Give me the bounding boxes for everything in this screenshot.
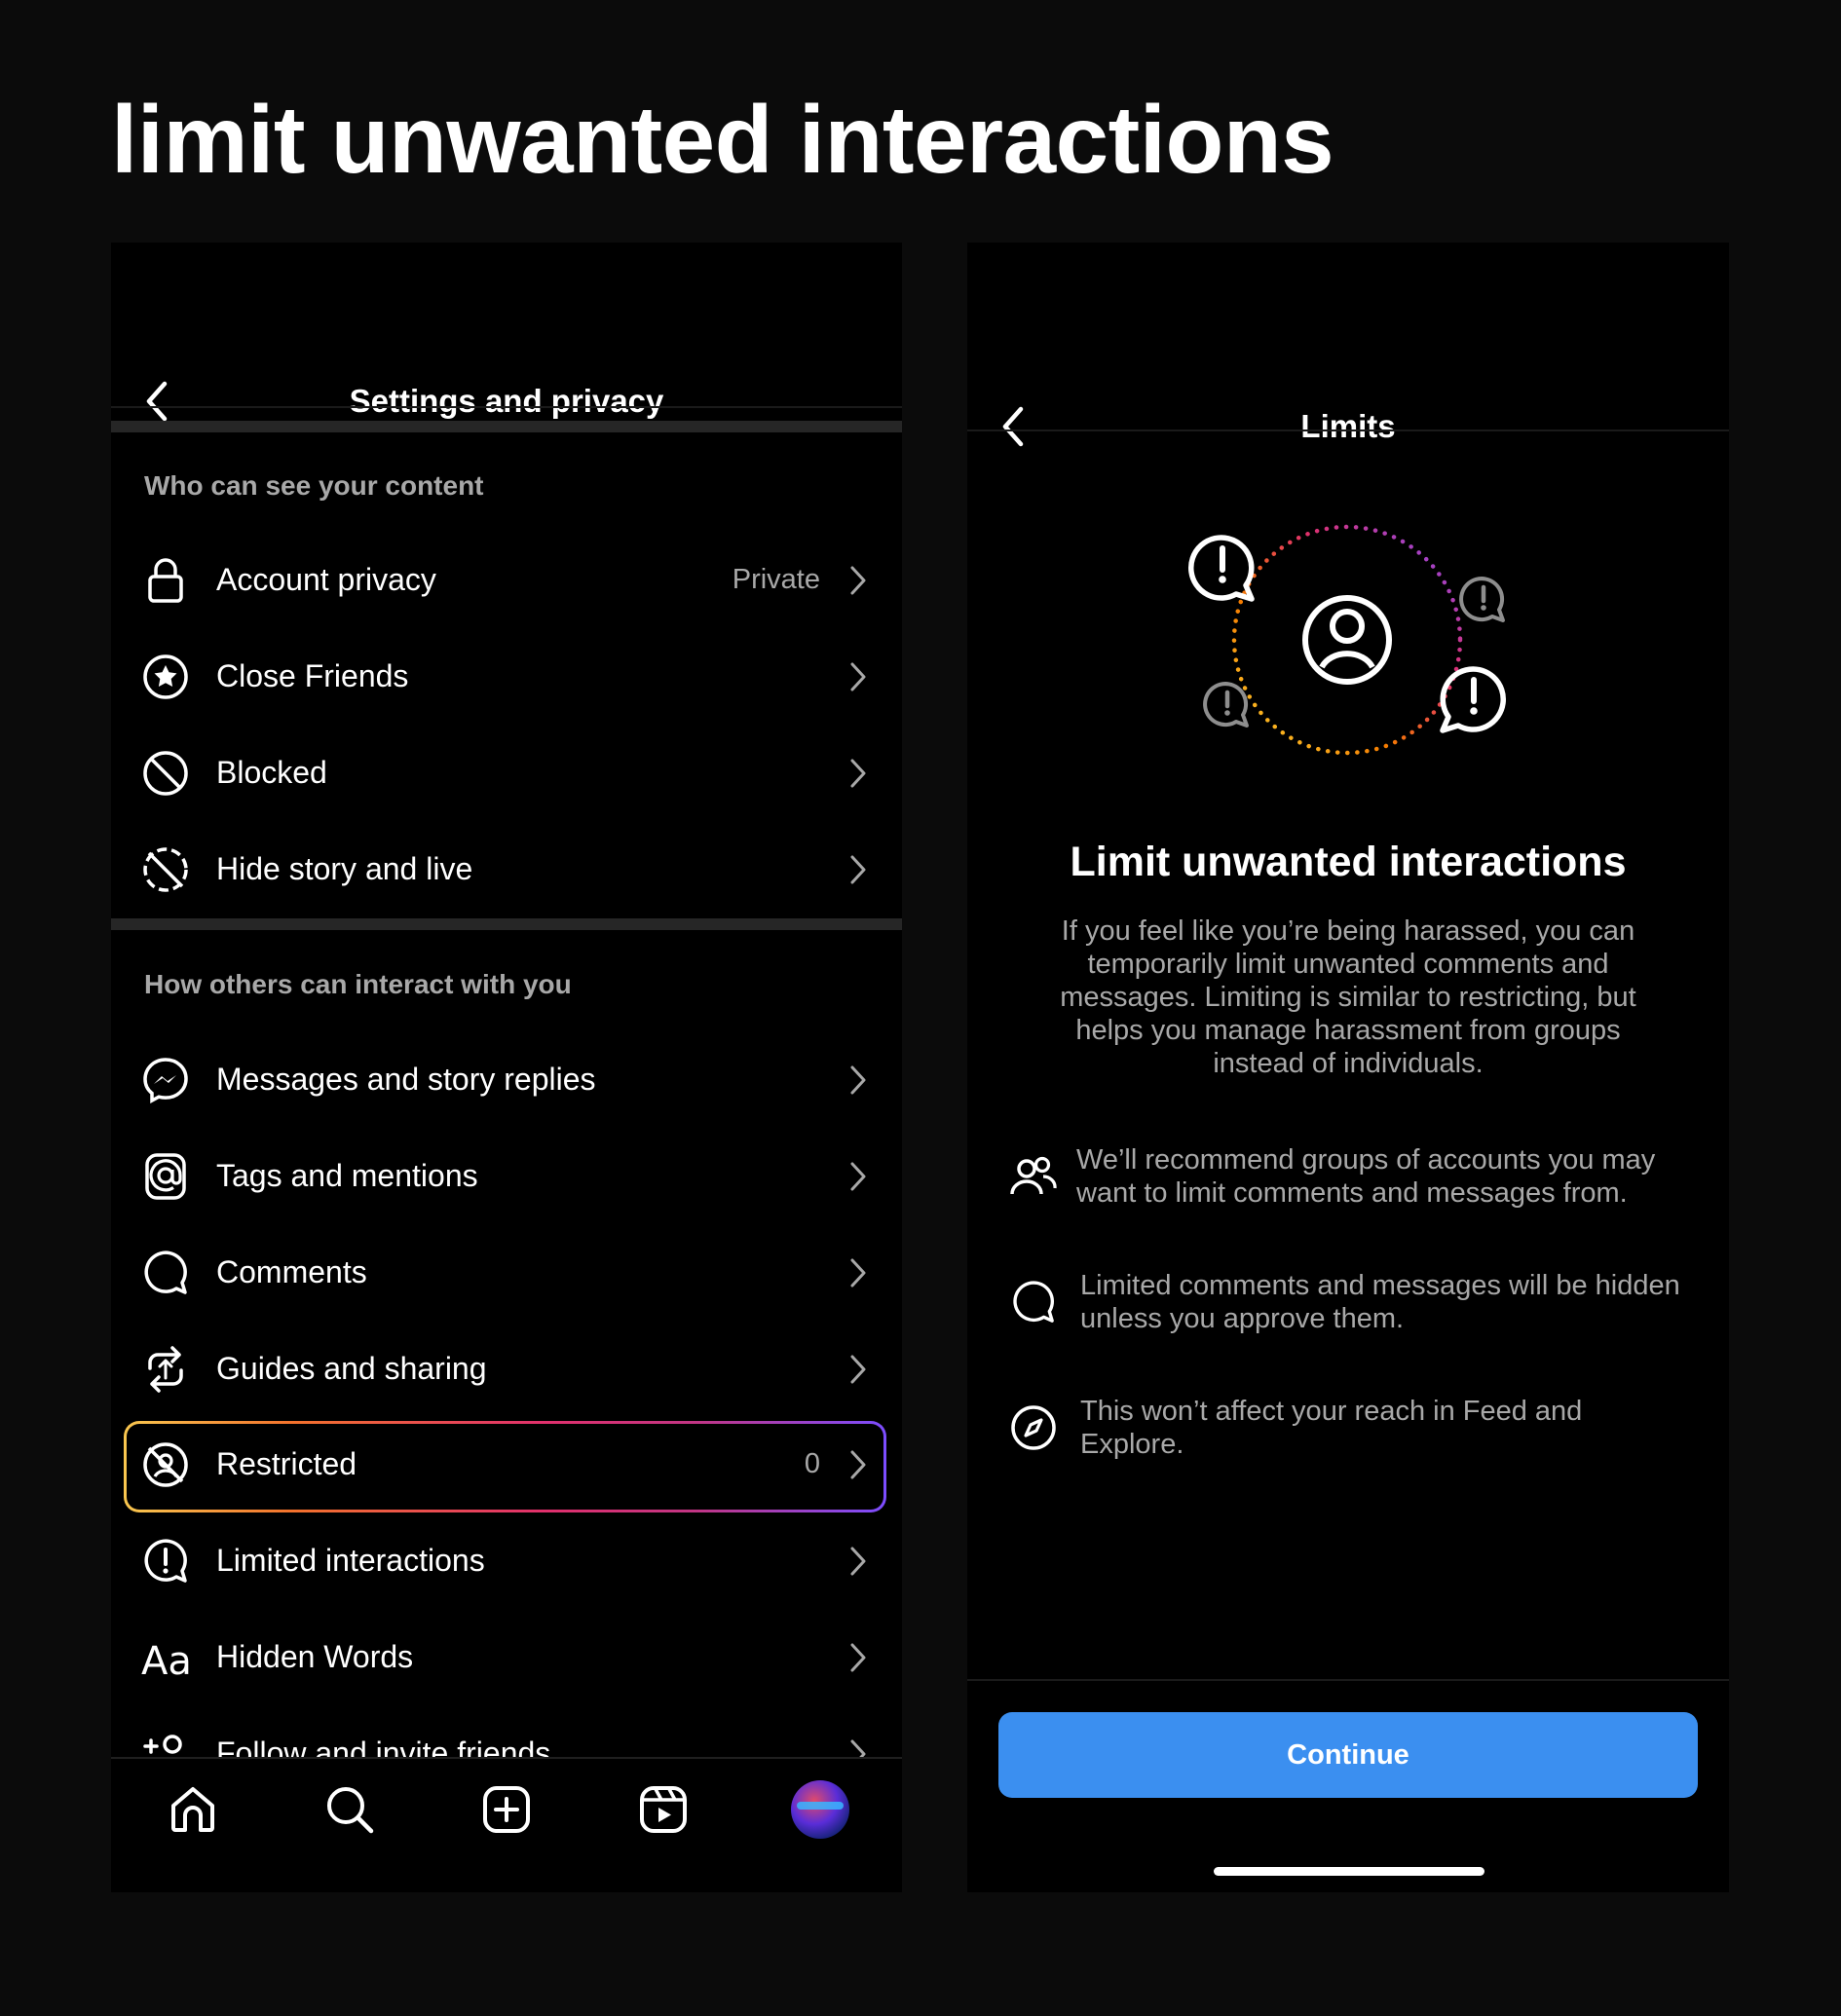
item-label: Close Friends <box>216 658 409 693</box>
item-label: Account privacy <box>216 562 436 597</box>
limits-nav-bar: Limits <box>967 388 1729 466</box>
info-bullet-reach: This won’t affect your reach in Feed and… <box>1006 1395 1690 1473</box>
settings-item-blocked[interactable]: Blocked <box>111 725 902 821</box>
chevron-right-icon <box>844 1638 873 1677</box>
info-bullet-hidden: Limited comments and messages will be hi… <box>1006 1269 1690 1347</box>
lock-icon <box>140 555 191 606</box>
search-icon[interactable] <box>319 1778 381 1841</box>
info-bullet-recommend: We’ll recommend groups of accounts you m… <box>1006 1143 1690 1221</box>
divider <box>111 406 902 408</box>
item-label: Messages and story replies <box>216 1062 596 1097</box>
item-label: Restricted <box>216 1446 357 1481</box>
nav-title: Limits <box>1300 408 1396 444</box>
comment-icon <box>1006 1275 1061 1329</box>
home-icon[interactable] <box>162 1778 224 1841</box>
chevron-right-icon <box>844 1445 873 1484</box>
settings-item-restricted[interactable]: Restricted 0 <box>111 1416 902 1512</box>
item-label: Guides and sharing <box>216 1351 487 1386</box>
section-divider <box>111 421 902 432</box>
section-header-content: Who can see your content <box>144 470 484 501</box>
compass-icon <box>1006 1400 1061 1455</box>
text-aa-icon: Aa <box>140 1632 191 1683</box>
settings-item-account-privacy[interactable]: Account privacy Private <box>111 532 902 628</box>
settings-item-hide-story[interactable]: Hide story and live <box>111 821 902 917</box>
chevron-right-icon <box>844 1061 873 1100</box>
divider <box>967 1679 1729 1681</box>
settings-item-messages[interactable]: Messages and story replies <box>111 1031 902 1128</box>
chevron-right-icon <box>844 850 873 889</box>
alert-circle-icon <box>140 1536 191 1587</box>
nav-title: Settings and privacy <box>349 383 664 419</box>
create-icon[interactable] <box>475 1778 538 1841</box>
limits-heading: Limit unwanted interactions <box>1070 839 1627 885</box>
restricted-icon <box>140 1439 191 1490</box>
blocked-icon <box>140 748 191 799</box>
limits-description: If you feel like you’re being harassed, … <box>1060 915 1636 1079</box>
people-icon <box>1006 1149 1061 1204</box>
settings-item-comments[interactable]: Comments <box>111 1224 902 1321</box>
item-value: Private <box>732 564 820 595</box>
share-icon <box>140 1344 191 1395</box>
settings-item-limited-interactions[interactable]: Limited interactions <box>111 1512 902 1609</box>
item-value: 0 <box>804 1448 820 1479</box>
item-label: Hide story and live <box>216 851 473 886</box>
section-divider <box>111 918 902 930</box>
settings-item-close-friends[interactable]: Close Friends <box>111 628 902 725</box>
bottom-tab-bar <box>111 1757 902 1892</box>
chevron-left-icon[interactable] <box>985 397 1043 456</box>
item-label: Comments <box>216 1254 367 1289</box>
chevron-right-icon <box>844 561 873 600</box>
at-icon <box>140 1151 191 1202</box>
item-label: Hidden Words <box>216 1639 414 1674</box>
chevron-right-icon <box>844 754 873 793</box>
messenger-icon <box>140 1055 191 1105</box>
chevron-right-icon <box>844 1157 873 1196</box>
settings-item-hidden-words[interactable]: Aa Hidden Words <box>111 1609 902 1705</box>
hide-story-icon <box>140 844 191 895</box>
chevron-right-icon <box>844 657 873 696</box>
reels-icon[interactable] <box>632 1778 695 1841</box>
star-circle-icon <box>140 652 191 702</box>
item-label: Tags and mentions <box>216 1158 478 1193</box>
continue-button[interactable]: Continue <box>998 1712 1698 1798</box>
divider <box>967 429 1729 431</box>
page-title: limit unwanted interactions <box>111 86 1334 193</box>
settings-item-tags[interactable]: Tags and mentions <box>111 1128 902 1224</box>
comment-icon <box>140 1248 191 1298</box>
bullet-text: This won’t affect your reach in Feed and… <box>1080 1396 1583 1460</box>
chevron-right-icon <box>844 1253 873 1292</box>
limits-illustration <box>1133 505 1561 778</box>
home-indicator <box>1214 1867 1484 1876</box>
chevron-right-icon <box>844 1542 873 1581</box>
item-label: Blocked <box>216 755 327 790</box>
settings-phone-screen: Settings and privacy Who can see your co… <box>111 243 902 1892</box>
chevron-right-icon <box>844 1350 873 1389</box>
svg-text:Aa: Aa <box>141 1639 190 1680</box>
item-label: Limited interactions <box>216 1543 485 1578</box>
bullet-text: Limited comments and messages will be hi… <box>1080 1270 1680 1334</box>
profile-avatar[interactable] <box>789 1778 851 1841</box>
limits-phone-screen: Limits Limit unwanted interactions If yo… <box>967 243 1729 1892</box>
bullet-text: We’ll recommend groups of accounts you m… <box>1076 1144 1656 1209</box>
section-header-interact: How others can interact with you <box>144 969 572 999</box>
settings-item-guides-sharing[interactable]: Guides and sharing <box>111 1321 902 1417</box>
